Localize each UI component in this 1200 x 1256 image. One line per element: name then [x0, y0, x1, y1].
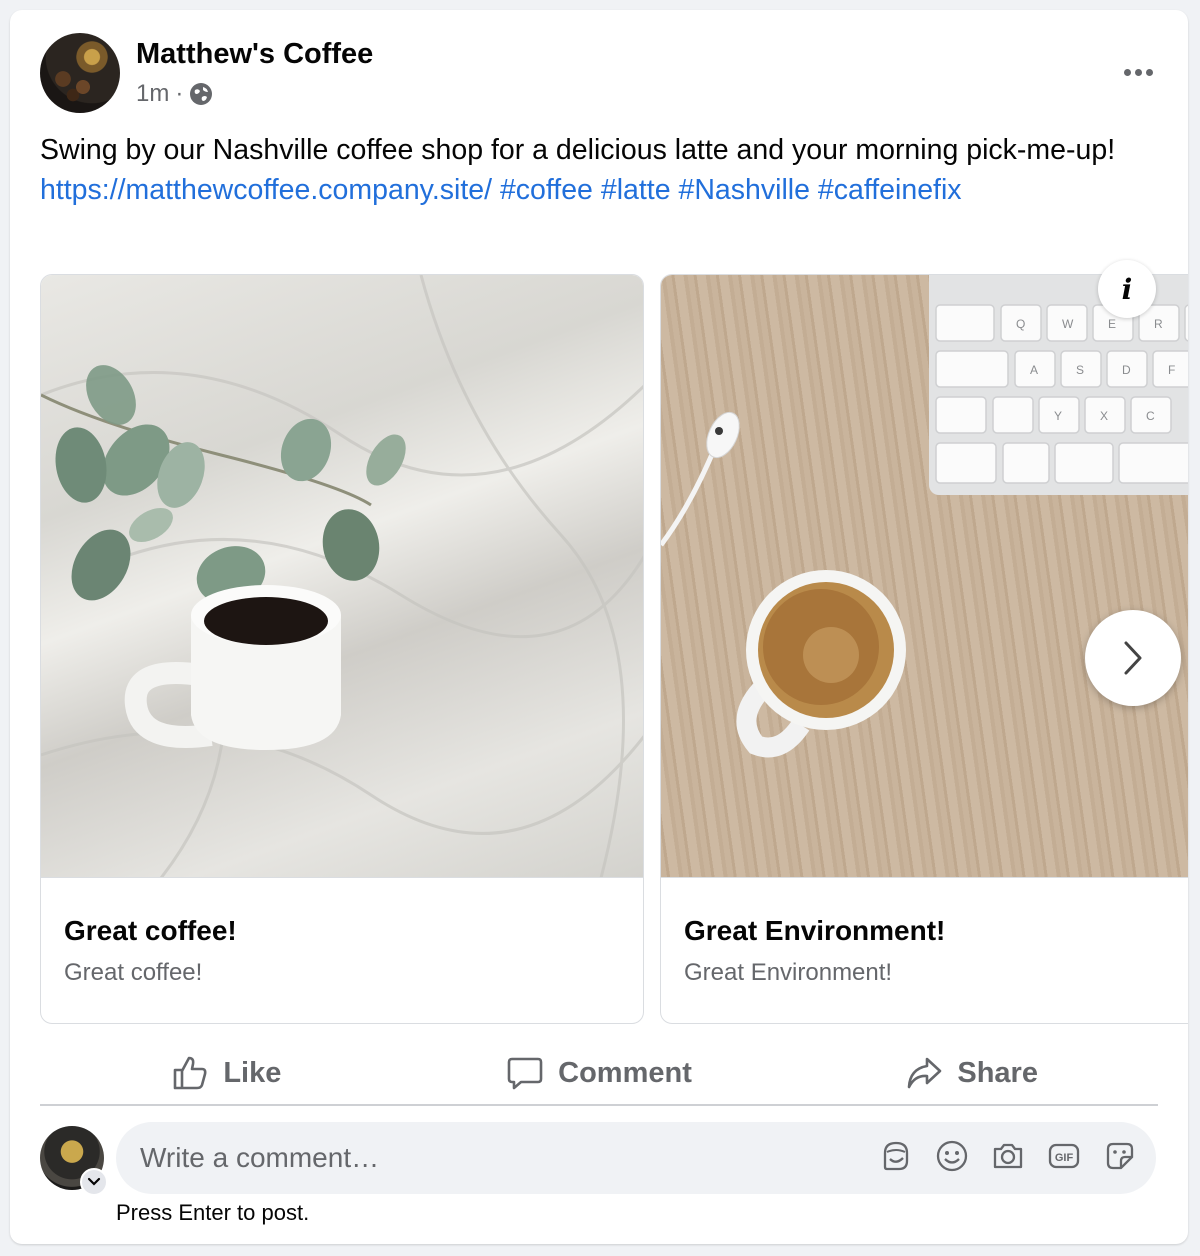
- card-description: Great coffee!: [64, 959, 203, 986]
- key-label: Y: [1054, 409, 1062, 423]
- key-label: Q: [1016, 317, 1025, 331]
- card-description: Great Environment!: [684, 959, 893, 986]
- dot-icon: [1123, 68, 1131, 76]
- share-label: Share: [957, 1056, 1038, 1089]
- share-arrow-icon: [908, 1057, 942, 1089]
- chevron-down-icon: [87, 1177, 101, 1186]
- coffee-mug-photo: [41, 275, 643, 878]
- hashtag-coffee[interactable]: #coffee: [500, 174, 593, 206]
- thumbs-up-icon: [174, 1056, 207, 1090]
- key-label: R: [1154, 317, 1163, 331]
- carousel-card-1[interactable]: Great coffee! Great coffee!: [40, 274, 644, 1024]
- divider: [40, 1104, 1158, 1106]
- post-actions: Like Comment Share: [40, 1040, 1158, 1106]
- like-button[interactable]: Like: [40, 1040, 413, 1106]
- post-meta: 1m ·: [136, 80, 213, 108]
- post-text: Swing by our Nashville coffee shop for a…: [40, 130, 1130, 210]
- comment-bubble-icon: [507, 1057, 543, 1090]
- post-body: Swing by our Nashville coffee shop for a…: [40, 134, 1116, 166]
- page-name[interactable]: Matthew's Coffee: [136, 38, 373, 71]
- avatar-switcher[interactable]: [80, 1168, 108, 1196]
- share-button[interactable]: Share: [785, 1040, 1158, 1106]
- comment-button[interactable]: Comment: [413, 1040, 786, 1106]
- comment-label: Comment: [558, 1056, 692, 1089]
- key-label: A: [1030, 363, 1038, 377]
- more-options-button[interactable]: [1110, 50, 1166, 94]
- dot-icon: [1145, 68, 1153, 76]
- card-title: Great coffee!: [64, 915, 237, 946]
- post-time[interactable]: 1m: [136, 80, 169, 108]
- post-card: Matthew's Coffee 1m · Swing by our Nashv…: [10, 10, 1188, 1244]
- hashtag-latte[interactable]: #latte: [601, 174, 671, 206]
- avatar-sticker-icon[interactable]: [878, 1138, 914, 1174]
- chevron-right-icon: [1124, 641, 1142, 675]
- carousel-next-button[interactable]: [1085, 610, 1181, 706]
- key-label: S: [1076, 363, 1084, 377]
- comment-hint: Press Enter to post.: [116, 1200, 310, 1225]
- post-link[interactable]: https://matthewcoffee.company.site/: [40, 174, 492, 206]
- comment-composer[interactable]: GIF: [116, 1122, 1156, 1194]
- key-label: D: [1122, 363, 1131, 377]
- sticker-icon[interactable]: [1102, 1138, 1138, 1174]
- svg-text:GIF: GIF: [1055, 1152, 1074, 1164]
- emoji-icon[interactable]: [934, 1138, 970, 1174]
- like-label: Like: [223, 1056, 282, 1089]
- info-button[interactable]: i: [1098, 260, 1156, 318]
- hashtag-caffeinefix[interactable]: #caffeinefix: [818, 174, 962, 206]
- comment-tools: GIF: [878, 1138, 1138, 1174]
- dot-icon: [1134, 68, 1142, 76]
- key-label: X: [1100, 409, 1108, 423]
- globe-icon: [190, 83, 213, 105]
- key-label: F: [1168, 363, 1175, 377]
- gif-icon[interactable]: GIF: [1046, 1138, 1082, 1174]
- key-label: C: [1146, 409, 1155, 423]
- info-icon: i: [1121, 272, 1133, 306]
- key-label: W: [1062, 317, 1074, 331]
- desk-coffee-photo: Q W E R A S D F Y X C: [661, 275, 1188, 878]
- carousel: Great coffee! Great coffee! Q W E R A S …: [40, 274, 1188, 1024]
- comment-input[interactable]: [140, 1122, 840, 1194]
- card-title: Great Environment!: [684, 915, 946, 946]
- hashtag-nashville[interactable]: #Nashville: [679, 174, 810, 206]
- camera-icon[interactable]: [990, 1138, 1026, 1174]
- key-label: E: [1108, 317, 1116, 331]
- meta-separator: ·: [175, 80, 184, 107]
- page-avatar[interactable]: [40, 33, 120, 113]
